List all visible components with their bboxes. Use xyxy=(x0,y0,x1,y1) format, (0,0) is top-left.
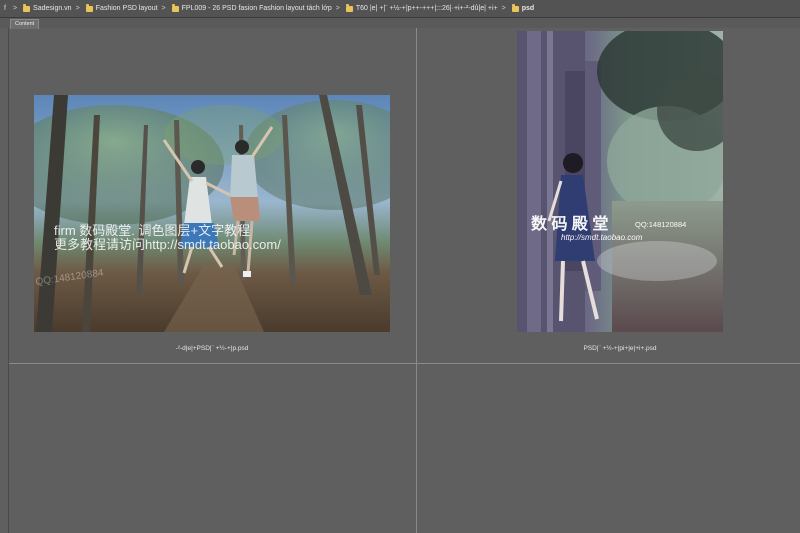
breadcrumb-item-sadesign[interactable]: Sadesign.vn xyxy=(23,3,72,12)
breadcrumb-item-psd[interactable]: psd xyxy=(511,3,535,12)
breadcrumb-item-fashion-psd-layout[interactable]: Fashion PSD layout xyxy=(85,3,158,12)
file-thumbnail-1[interactable]: firm 数码殿堂. 调色图层+文字教程 更多教程请访问http://smdt.… xyxy=(34,95,390,332)
breadcrumb-label: Sadesign.vn xyxy=(33,5,72,12)
chevron-right-icon: > xyxy=(161,5,166,12)
chevron-right-icon: > xyxy=(335,5,340,12)
breadcrumb-label: psd xyxy=(521,5,535,12)
chevron-right-icon: > xyxy=(75,5,80,12)
breadcrumb: f > Sadesign.vn > Fashion PSD layout > F… xyxy=(0,0,800,18)
file-name-2[interactable]: PSD|¨ +½-+|pi+|e|+i+.psd xyxy=(517,345,723,352)
watermark-qq: QQ:148120884 xyxy=(635,220,686,229)
watermark-title: 数 码 殿 堂 xyxy=(531,214,608,233)
breadcrumb-label: T60 |e| +|¨ +½-+|p++-+++|:::26|·+i+-²-dû… xyxy=(355,5,498,12)
watermark-line-2: 更多教程请访问http://smdt.taobao.com/ xyxy=(54,237,281,252)
chevron-right-icon: > xyxy=(501,5,506,12)
tab-content[interactable]: Content xyxy=(10,19,40,29)
photo-woman-doorway: 数 码 殿 堂 QQ:148120884 http://smdt.taobao.… xyxy=(517,31,723,332)
folder-icon xyxy=(85,3,93,12)
photo-couple-jumping-forest: firm 数码殿堂. 调色图层+文字教程 更多教程请访问http://smdt.… xyxy=(34,95,390,332)
chevron-right-icon: > xyxy=(12,5,18,12)
folder-icon xyxy=(23,3,31,12)
grid-divider-vertical xyxy=(416,28,417,533)
grid-divider-horizontal xyxy=(9,363,800,364)
file-name-1[interactable]: -²-d|e|+PSD|¨ +½-+|p.psd xyxy=(34,345,390,352)
folder-icon xyxy=(171,3,179,12)
folder-icon xyxy=(511,3,519,12)
folder-icon xyxy=(345,3,353,12)
grid-left-border xyxy=(8,28,9,533)
breadcrumb-item-t60[interactable]: T60 |e| +|¨ +½-+|p++-+++|:::26|·+i+-²-dû… xyxy=(345,3,498,12)
breadcrumb-label: FPL009 - 26 PSD fasion Fashion layout tá… xyxy=(181,5,332,12)
watermark-url: http://smdt.taobao.com xyxy=(561,233,643,242)
watermark-line-1: firm 数码殿堂. 调色图层+文字教程 xyxy=(54,223,250,238)
breadcrumb-root[interactable]: f xyxy=(0,5,9,12)
breadcrumb-item-fpl009[interactable]: FPL009 - 26 PSD fasion Fashion layout tá… xyxy=(171,3,332,12)
breadcrumb-label: Fashion PSD layout xyxy=(95,5,158,12)
file-thumbnail-2[interactable]: 数 码 殿 堂 QQ:148120884 http://smdt.taobao.… xyxy=(517,31,723,332)
panel-tab-row: Content xyxy=(0,18,800,29)
